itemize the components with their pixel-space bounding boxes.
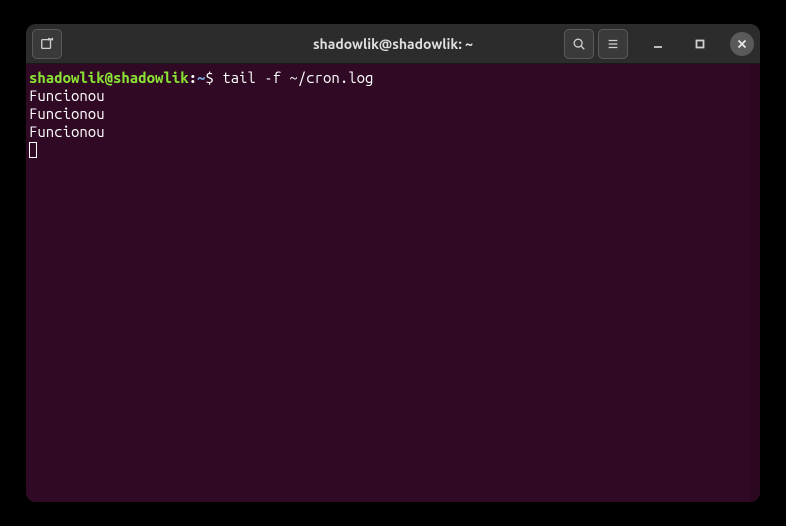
minimize-button[interactable] [646, 32, 670, 56]
cursor-line [29, 141, 757, 159]
titlebar: shadowlik@shadowlik: ~ [26, 24, 760, 64]
new-tab-icon [40, 37, 54, 51]
search-button[interactable] [564, 29, 594, 59]
terminal-window: shadowlik@shadowlik: ~ [26, 24, 760, 502]
prompt-line: shadowlik@shadowlik:~$ tail -f ~/cron.lo… [29, 69, 757, 87]
search-icon [572, 37, 586, 51]
terminal-body[interactable]: shadowlik@shadowlik:~$ tail -f ~/cron.lo… [26, 64, 760, 502]
output-line: Funcionou [29, 87, 757, 105]
terminal-cursor [29, 142, 37, 158]
close-button[interactable] [730, 32, 754, 56]
titlebar-right [564, 29, 754, 59]
menu-button[interactable] [598, 29, 628, 59]
scrollbar[interactable] [750, 64, 760, 502]
prompt-colon: : [189, 69, 197, 86]
prompt-user-host: shadowlik@shadowlik [29, 69, 189, 86]
new-tab-button[interactable] [32, 29, 62, 59]
minimize-icon [653, 39, 663, 49]
maximize-button[interactable] [688, 32, 712, 56]
prompt-dollar: $ [205, 69, 213, 86]
window-title: shadowlik@shadowlik: ~ [313, 36, 473, 52]
prompt-command: tail -f ~/cron.log [214, 69, 374, 86]
output-line: Funcionou [29, 105, 757, 123]
titlebar-left [32, 29, 62, 59]
output-line: Funcionou [29, 123, 757, 141]
maximize-icon [695, 39, 705, 49]
close-icon [737, 39, 747, 49]
hamburger-icon [606, 37, 620, 51]
